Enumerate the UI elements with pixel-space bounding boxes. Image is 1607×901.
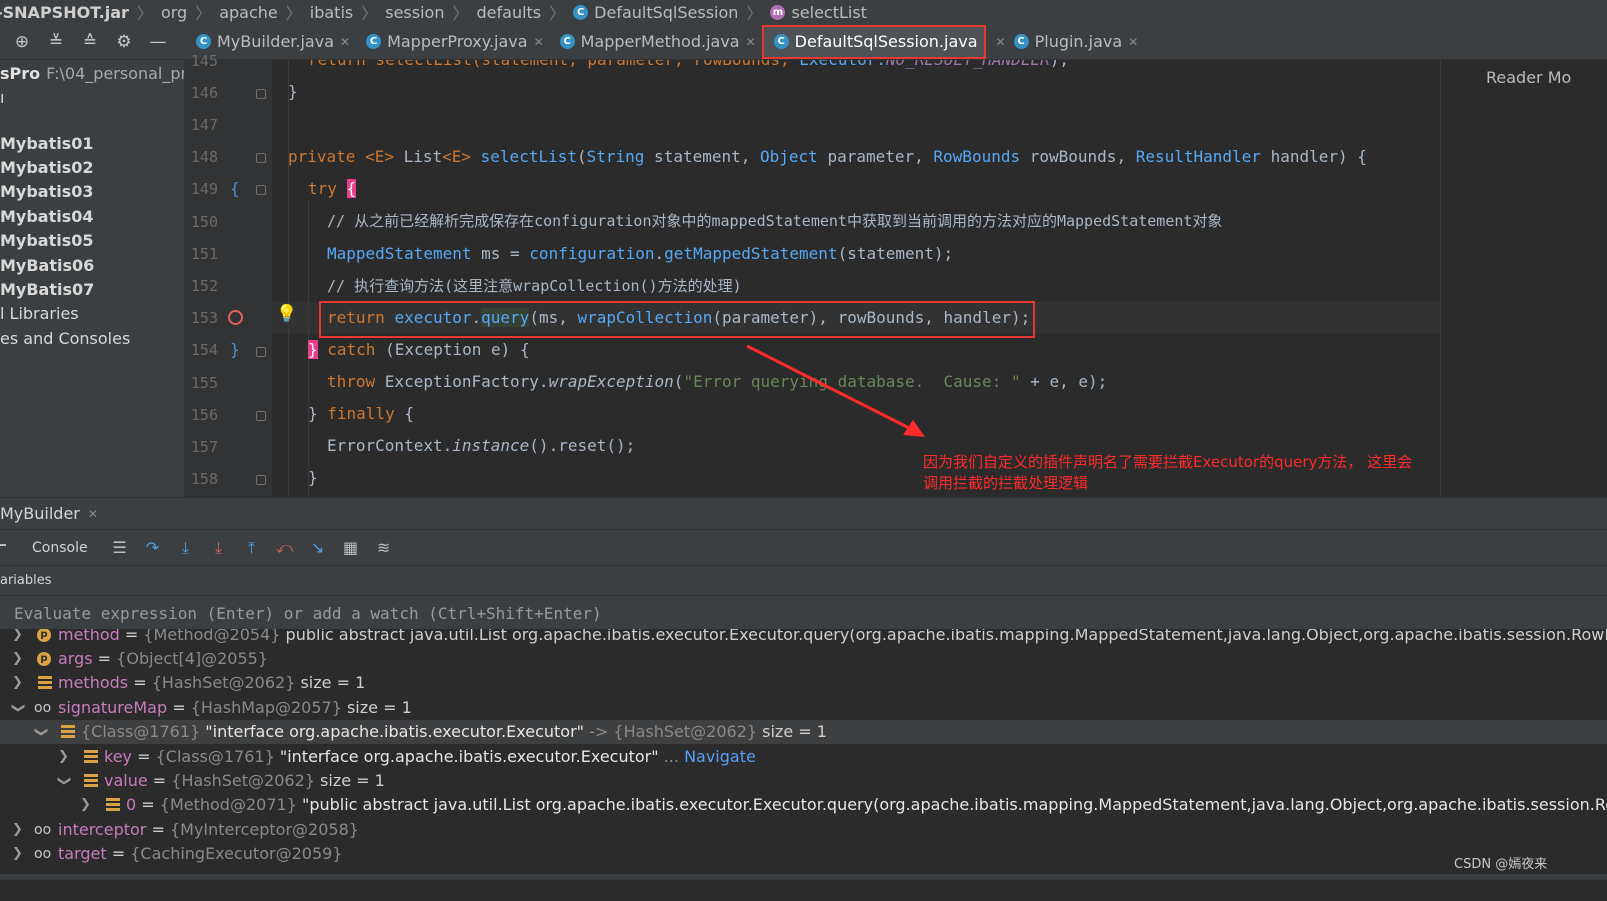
annotation-line: 因为我们自定义的插件声明名了需要拦截Executor的query方法， 这里会 [923,453,1413,471]
annotation-line: 调用拦截的拦截处理逻辑 [923,474,1089,492]
variable-row[interactable]: ❯ key = {Class@1761} "interface org.apac… [0,745,1607,769]
drop-frame-icon[interactable]: ⤺ [275,538,295,558]
watch-glasses-icon: oo [34,822,52,838]
variables-label: ariables [0,565,1607,595]
field-list-icon [106,798,120,812]
chevron-right-icon[interactable]: ❯ [12,818,23,842]
annotation-text: 因为我们自定义的插件声明名了需要拦截Executor的query方法， 这里会 … [923,452,1443,494]
chevron-right-icon[interactable]: ❯ [12,671,23,695]
watch-glasses-icon: oo [34,846,52,862]
layout-icon[interactable]: ☰ [110,538,130,558]
field-list-icon [61,725,75,739]
variable-row[interactable]: ❯ oo interceptor = {MyInterceptor@2058} [0,818,1607,842]
variables-tree: ❯ p method = {Method@2054} public abstra… [0,629,1607,901]
force-step-into-icon[interactable]: ⤓ [209,538,229,558]
debug-tab-bar: MyBuilder ✕ [0,497,1607,529]
parameter-icon: p [37,629,51,642]
step-into-icon[interactable]: ⤓ [176,538,196,558]
tab-console[interactable]: Console [32,540,88,556]
watermark: CSDN @嫣夜来 [1454,857,1548,872]
chevron-right-icon[interactable]: ❯ [58,745,69,769]
variable-row[interactable]: ❯ oo target = {CachingExecutor@2059} [0,842,1607,866]
run-to-cursor-icon[interactable]: ↘ [308,538,328,558]
evaluate-icon[interactable]: ▦ [341,538,361,558]
parameter-icon: p [37,652,51,666]
navigate-link[interactable]: Navigate [684,747,756,766]
step-out-icon[interactable]: ⤒ [242,538,262,558]
chevron-right-icon[interactable]: ❯ [12,629,23,647]
trace-icon[interactable]: ≋ [374,538,394,558]
close-icon[interactable]: ✕ [88,507,98,521]
chevron-down-icon[interactable]: ❯ [5,703,29,714]
watch-glasses-icon: oo [34,700,52,716]
evaluate-expression-bar[interactable]: Evaluate expression (Enter) or add a wat… [0,595,1607,629]
step-over-icon[interactable]: ↷ [143,538,163,558]
variable-row[interactable]: ❯ 0 = {Method@2071} "public abstract jav… [0,793,1607,817]
variable-row-selected[interactable]: ❯ {Class@1761} "interface org.apache.iba… [0,720,1607,744]
field-list-icon [84,750,98,764]
chevron-right-icon[interactable]: ❯ [80,793,91,817]
field-list-icon [84,774,98,788]
variable-row[interactable]: ❯ methods = {HashSet@2062} size = 1 [0,671,1607,695]
field-list-icon [38,676,52,690]
chevron-right-icon[interactable]: ❯ [12,842,23,866]
debug-toolbar: Console ☰ ↷ ⤓ ⤓ ⤒ ⤺ ↘ ▦ ≋ [0,529,1607,565]
variable-row[interactable]: ❯ p args = {Object[4]@2055} [0,647,1607,671]
debug-session-tab[interactable]: MyBuilder [0,504,80,523]
variable-row[interactable]: ❯ value = {HashSet@2062} size = 1 [0,769,1607,793]
chevron-down-icon[interactable]: ❯ [28,727,52,738]
bottom-strip [0,880,1607,901]
chevron-down-icon[interactable]: ❯ [51,776,75,787]
tab-marker [0,544,6,546]
variable-row[interactable]: ❯ oo signatureMap = {HashMap@2057} size … [0,696,1607,720]
evaluate-placeholder: Evaluate expression (Enter) or add a wat… [14,604,602,623]
chevron-right-icon[interactable]: ❯ [12,647,23,671]
variable-row[interactable]: ❯ p method = {Method@2054} public abstra… [0,629,1607,647]
